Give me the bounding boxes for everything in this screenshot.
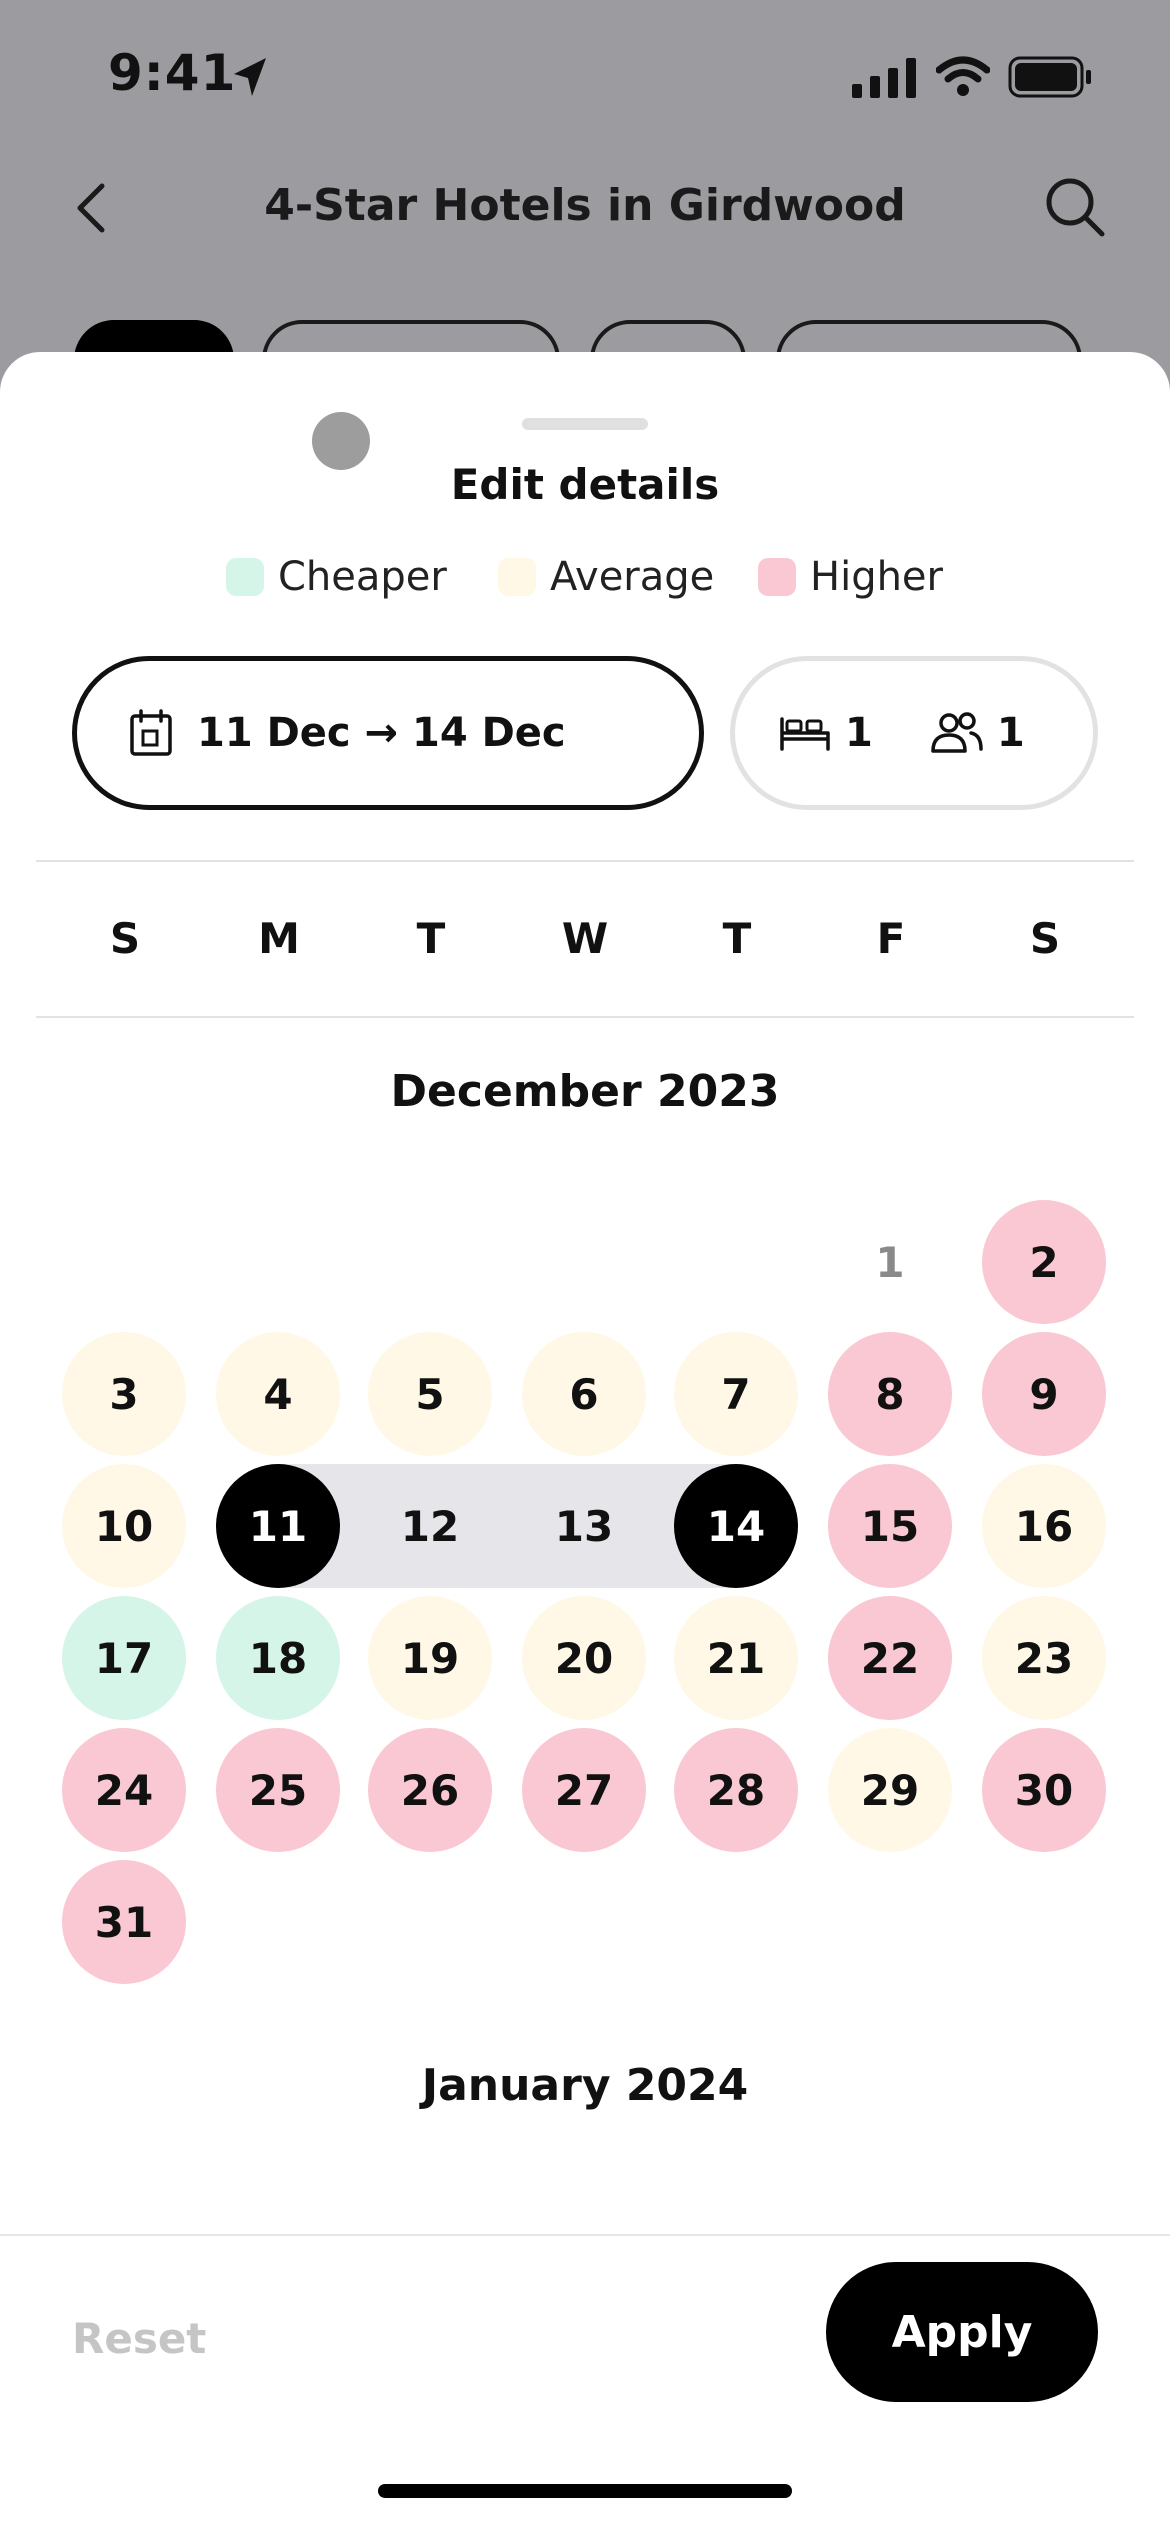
apply-button[interactable]: Apply	[826, 2262, 1098, 2402]
signal-icon	[852, 58, 916, 98]
divider	[36, 860, 1134, 862]
cheaper-swatch	[226, 558, 264, 596]
calendar-day[interactable]: 31	[62, 1860, 186, 1984]
calendar-day[interactable]: 15	[828, 1464, 952, 1588]
guests-count: 1	[996, 710, 1025, 756]
sheet-handle[interactable]	[522, 418, 648, 430]
weekday-label: S	[109, 914, 141, 963]
selected-range-band	[278, 1464, 738, 1588]
calendar-day[interactable]: 1	[828, 1200, 952, 1324]
calendar-day[interactable]: 5	[368, 1332, 492, 1456]
average-swatch	[498, 558, 536, 596]
calendar-day[interactable]: 3	[62, 1332, 186, 1456]
dates-label: 11 Dec → 14 Dec	[197, 710, 566, 756]
legend-label: Higher	[810, 554, 943, 600]
calendar-day[interactable]: 9	[982, 1332, 1106, 1456]
reset-button[interactable]: Reset	[72, 2314, 206, 2363]
wifi-icon	[936, 56, 990, 96]
weekday-label: T	[722, 914, 752, 963]
calendar-day[interactable]: 29	[828, 1728, 952, 1852]
weekday-label: T	[416, 914, 446, 963]
weekday-label: M	[258, 914, 300, 963]
status-time: 9:41	[108, 44, 237, 102]
calendar-day[interactable]: 24	[62, 1728, 186, 1852]
location-arrow-icon	[234, 58, 266, 96]
legend-label: Cheaper	[278, 554, 447, 600]
edit-details-sheet: Edit details Cheaper Average Higher 11 D…	[0, 352, 1170, 2532]
calendar-icon	[130, 709, 172, 756]
calendar-day[interactable]: 26	[368, 1728, 492, 1852]
legend-label: Average	[550, 554, 715, 600]
calendar-day[interactable]: 2	[982, 1200, 1106, 1324]
divider	[36, 1016, 1134, 1018]
calendar-day[interactable]: 6	[522, 1332, 646, 1456]
calendar-day[interactable]: 13	[522, 1464, 646, 1588]
rooms-guests-button[interactable]: 1 1	[730, 656, 1098, 810]
calendar-day[interactable]: 8	[828, 1332, 952, 1456]
battery-icon	[1008, 56, 1091, 98]
home-indicator	[378, 2484, 792, 2498]
calendar-day[interactable]: 14	[674, 1464, 798, 1588]
calendar-day[interactable]: 11	[216, 1464, 340, 1588]
calendar-day[interactable]: 30	[982, 1728, 1106, 1852]
month-title: January 2024	[421, 2060, 749, 2111]
month-title: December 2023	[390, 1066, 780, 1117]
calendar-day[interactable]: 16	[982, 1464, 1106, 1588]
calendar-day[interactable]: 27	[522, 1728, 646, 1852]
calendar-day[interactable]: 18	[216, 1596, 340, 1720]
calendar-day[interactable]: 17	[62, 1596, 186, 1720]
calendar-day[interactable]: 21	[674, 1596, 798, 1720]
calendar-day[interactable]: 20	[522, 1596, 646, 1720]
calendar-day[interactable]: 12	[368, 1464, 492, 1588]
bed-icon	[780, 717, 830, 751]
calendar-day[interactable]: 4	[216, 1332, 340, 1456]
page-title: 4-Star Hotels in Girdwood	[264, 180, 906, 231]
rooms-count: 1	[845, 710, 873, 756]
legend-higher: Higher	[758, 552, 943, 602]
footer-divider	[0, 2234, 1170, 2236]
weekday-label: F	[876, 914, 906, 963]
calendar-day[interactable]: 28	[674, 1728, 798, 1852]
legend-cheaper: Cheaper	[226, 552, 447, 602]
sheet-title: Edit details	[450, 460, 720, 509]
search-icon[interactable]	[1040, 172, 1110, 242]
calendar-day[interactable]: 7	[674, 1332, 798, 1456]
calendar-day[interactable]: 22	[828, 1596, 952, 1720]
weekday-label: S	[1029, 914, 1061, 963]
calendar-day[interactable]: 10	[62, 1464, 186, 1588]
dates-button[interactable]: 11 Dec → 14 Dec	[72, 656, 704, 810]
guests-icon	[931, 712, 983, 753]
legend-average: Average	[498, 552, 714, 602]
calendar-day[interactable]: 19	[368, 1596, 492, 1720]
weekday-label: W	[561, 914, 609, 963]
higher-swatch	[758, 558, 796, 596]
calendar-day[interactable]: 25	[216, 1728, 340, 1852]
calendar-day[interactable]: 23	[982, 1596, 1106, 1720]
